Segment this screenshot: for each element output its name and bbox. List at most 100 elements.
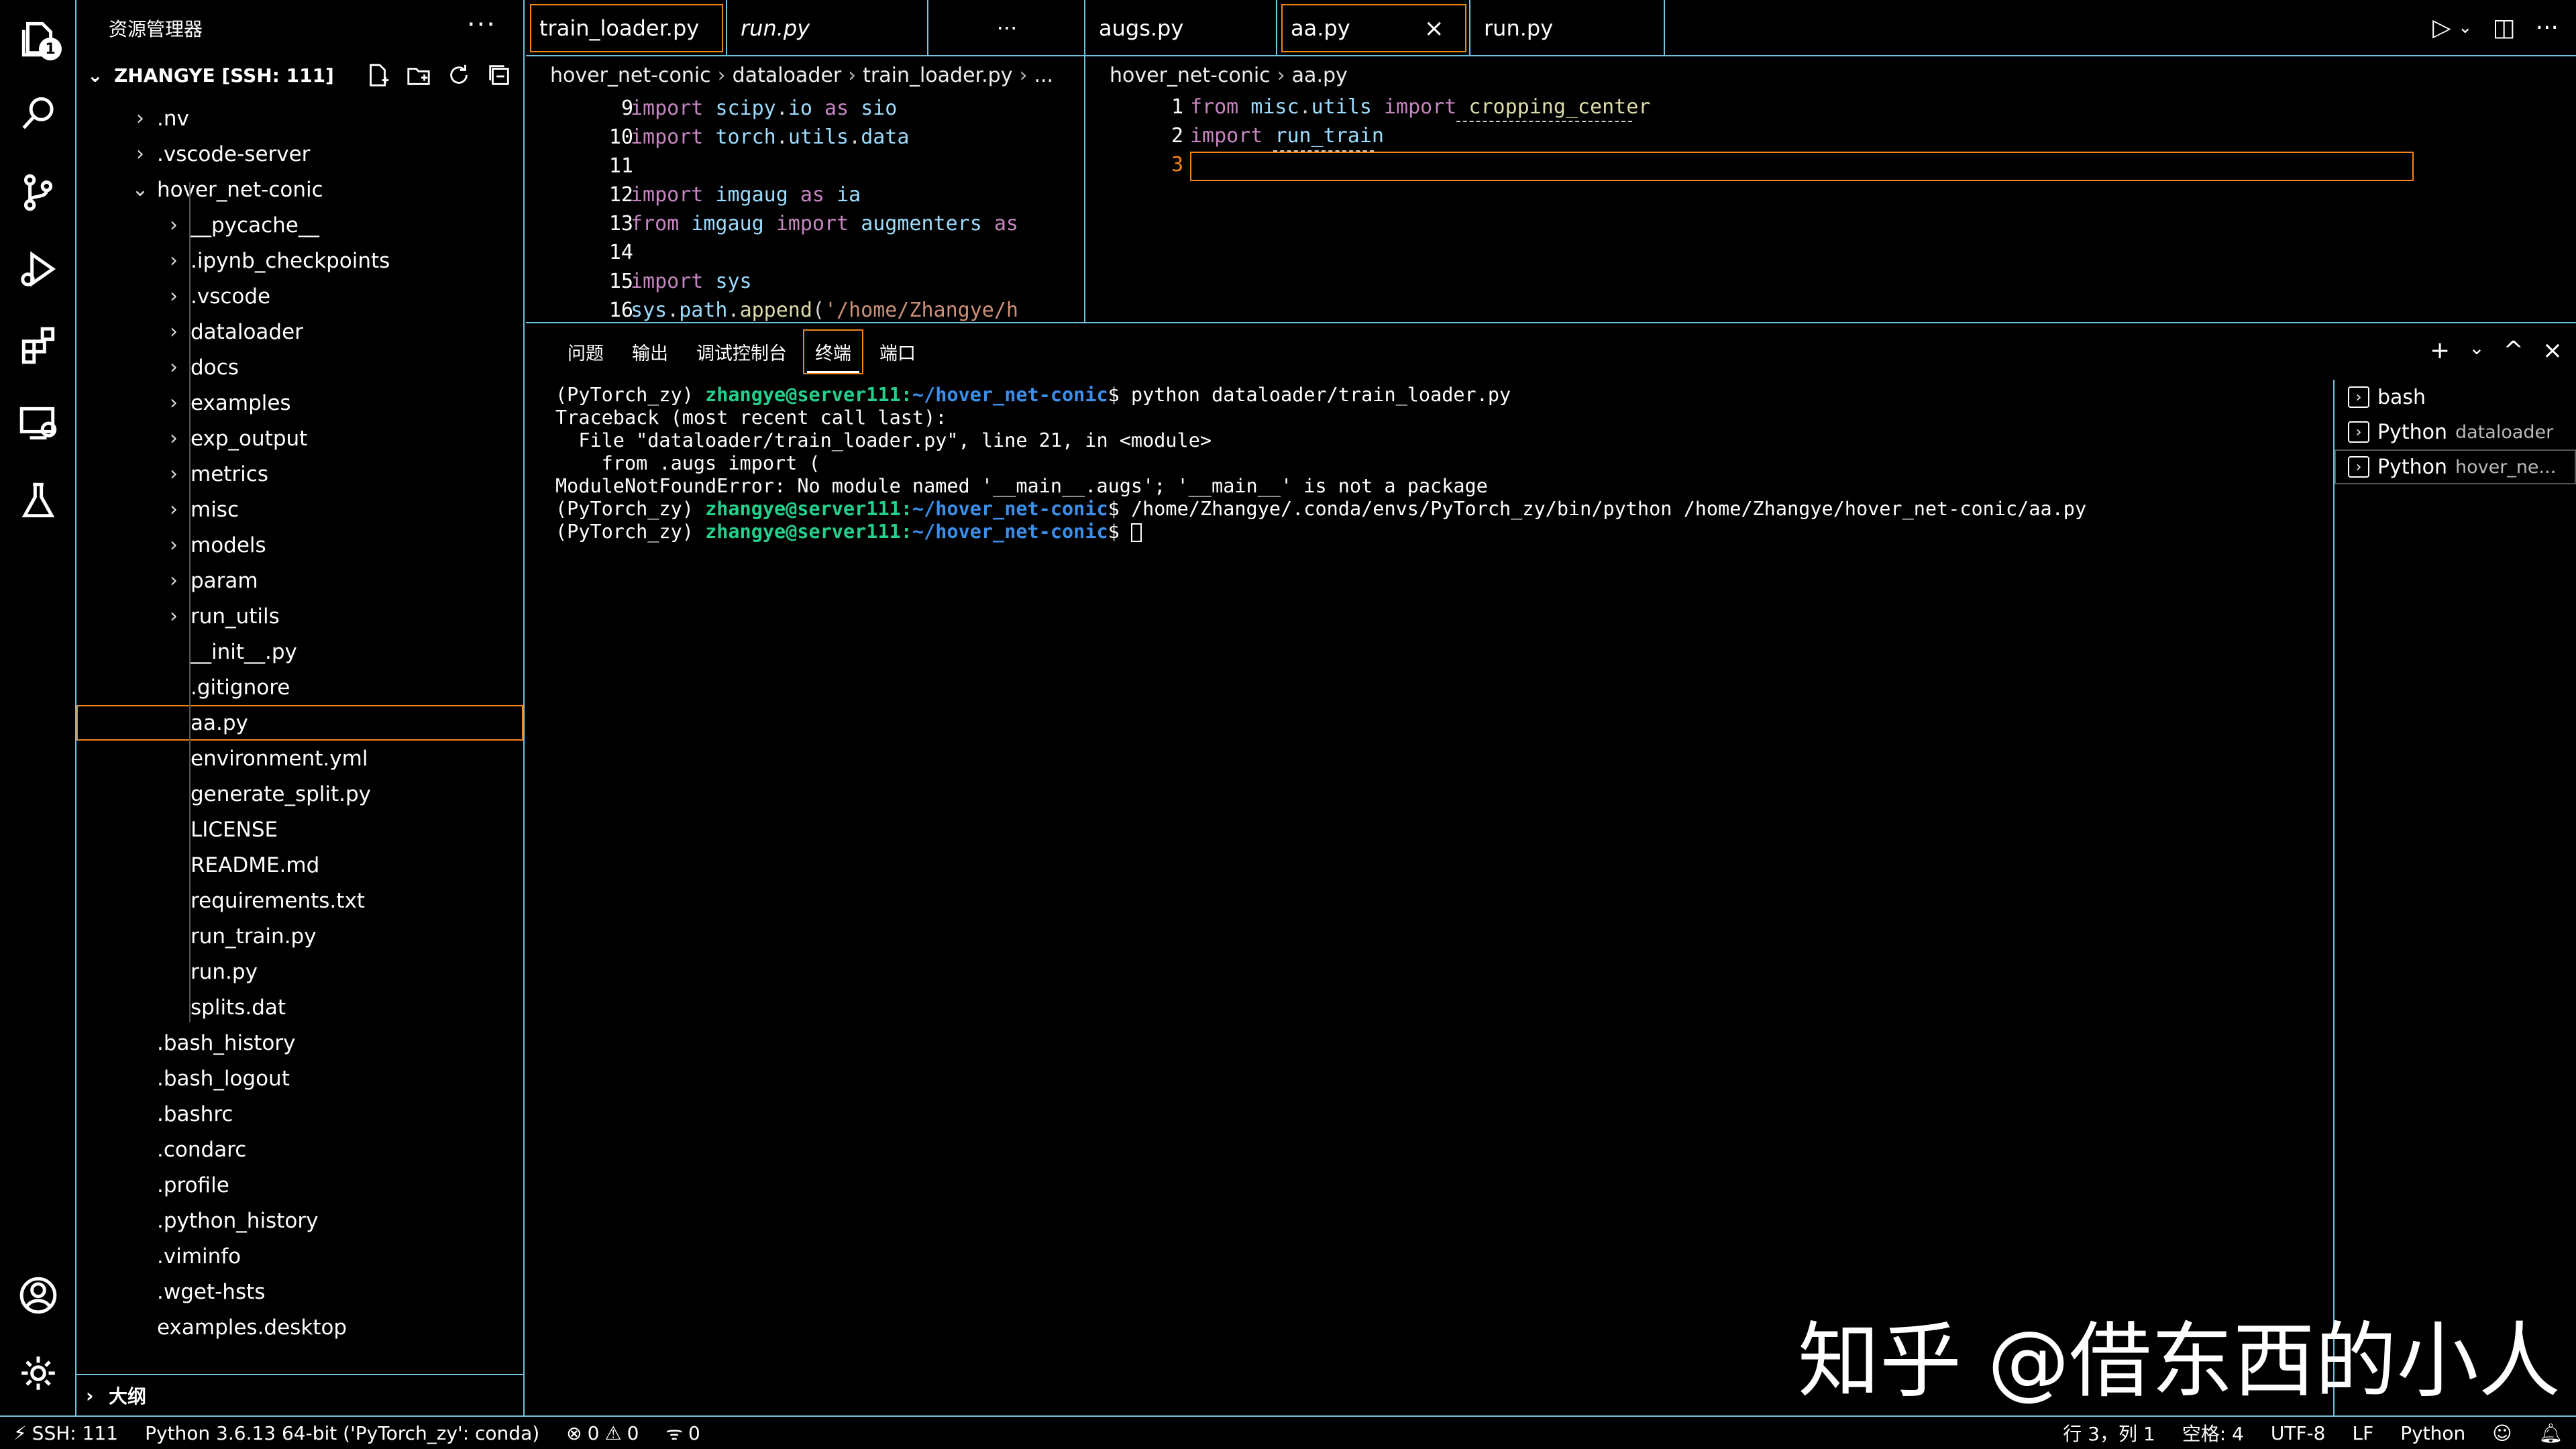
tree-folder[interactable]: › .nv xyxy=(76,101,523,136)
tree-file[interactable]: README.md xyxy=(76,847,523,883)
tree-folder[interactable]: › run_utils xyxy=(76,598,523,634)
cursor-position[interactable]: 行 3，列 1 xyxy=(2049,1419,2168,1446)
search-icon[interactable] xyxy=(15,90,62,137)
account-icon[interactable] xyxy=(15,1272,62,1319)
outline-section[interactable]: › 大纲 xyxy=(76,1374,523,1415)
settings-gear-icon[interactable] xyxy=(15,1350,62,1397)
tree-folder[interactable]: › models xyxy=(76,527,523,563)
explorer-icon[interactable]: 1 xyxy=(15,15,62,62)
tree-file[interactable]: run.py xyxy=(76,954,523,989)
remote-explorer-icon[interactable] xyxy=(15,400,62,447)
tree-file[interactable]: __init__.py xyxy=(76,634,523,669)
terminal-instance[interactable]: › Python dataloader xyxy=(2334,415,2576,449)
tab-problems[interactable]: 问题 xyxy=(555,329,616,374)
tree-folder[interactable]: › examples xyxy=(76,385,523,421)
breadcrumb-item[interactable]: hover_net-conic xyxy=(550,64,711,87)
tree-file[interactable]: .bash_logout xyxy=(76,1061,523,1096)
tree-folder[interactable]: › .vscode-server xyxy=(76,136,523,172)
tree-folder[interactable]: › docs xyxy=(76,350,523,385)
tree-file[interactable]: generate_split.py xyxy=(76,776,523,812)
run-file-icon[interactable]: ▷ xyxy=(2432,14,2451,42)
tree-file[interactable]: .wget-hsts xyxy=(76,1274,523,1309)
extensions-icon[interactable] xyxy=(15,322,62,369)
tab-aa[interactable]: aa.py × xyxy=(1277,0,1470,56)
terminal-instance[interactable]: › bash xyxy=(2334,380,2576,415)
breadcrumb-item[interactable]: ... xyxy=(1034,64,1053,87)
refresh-icon[interactable] xyxy=(445,62,472,89)
chevron-down-icon[interactable]: ⌄ xyxy=(2469,337,2484,364)
line-ending[interactable]: LF xyxy=(2339,1422,2387,1444)
tree-file[interactable]: .python_history xyxy=(76,1203,523,1238)
tree-folder[interactable]: › param xyxy=(76,563,523,598)
tab-train-loader[interactable]: train_loader.py xyxy=(526,0,727,56)
tree-file[interactable]: .profile xyxy=(76,1167,523,1203)
tree-item-label: .bash_logout xyxy=(157,1066,290,1091)
tree-folder[interactable]: ⌄ hover_net-conic xyxy=(76,172,523,207)
tab-terminal[interactable]: 终端 xyxy=(803,329,863,374)
tree-folder[interactable]: › misc xyxy=(76,492,523,527)
more-actions-icon[interactable]: ··· xyxy=(2536,14,2559,42)
split-editor-icon[interactable]: ◫ xyxy=(2493,14,2516,42)
remote-indicator[interactable]: ⚡ SSH: 111 xyxy=(0,1422,131,1444)
notifications-bell-icon[interactable]: 🔔︎ xyxy=(2525,1422,2576,1444)
tab-output[interactable]: 输出 xyxy=(620,329,680,374)
maximize-panel-icon[interactable]: ^ xyxy=(2504,337,2524,364)
tree-file[interactable]: .condarc xyxy=(76,1132,523,1167)
problems-indicator[interactable]: ⊗ 0 ⚠ 0 xyxy=(553,1422,652,1444)
tab-run[interactable]: run.py xyxy=(1470,0,1665,56)
tree-item-label: examples xyxy=(191,390,291,415)
tree-file[interactable]: .gitignore xyxy=(76,669,523,705)
tab-run-preview[interactable]: run.py xyxy=(727,0,928,56)
breadcrumb-item[interactable]: aa.py xyxy=(1292,64,1348,87)
tree-item-label: .viminfo xyxy=(157,1244,241,1269)
workspace-root[interactable]: ⌄ ZHANGYE [SSH: 111] xyxy=(76,56,523,94)
tree-file[interactable]: run_train.py xyxy=(76,918,523,954)
terminal-desc: hover_ne... xyxy=(2455,456,2557,478)
encoding[interactable]: UTF-8 xyxy=(2257,1422,2339,1444)
tree-folder[interactable]: › __pycache__ xyxy=(76,207,523,243)
terminal-instance[interactable]: › Python hover_ne... xyxy=(2334,449,2576,484)
collapse-all-icon[interactable] xyxy=(486,62,513,89)
tree-folder[interactable]: › .ipynb_checkpoints xyxy=(76,243,523,278)
ports-indicator[interactable]: ᯤ 0 xyxy=(652,1420,713,1446)
tree-file[interactable]: LICENSE xyxy=(76,812,523,847)
code-token: imgaug xyxy=(691,212,764,235)
file-tree: › .nv › .vscode-server ⌄ hover_net-conic › __py… xyxy=(76,101,523,1345)
tree-file[interactable]: .bashrc xyxy=(76,1096,523,1132)
source-control-icon[interactable] xyxy=(15,169,62,216)
new-file-icon[interactable] xyxy=(365,62,392,89)
tree-file[interactable]: examples.desktop xyxy=(76,1309,523,1345)
tab-augs[interactable]: augs.py xyxy=(1085,0,1277,56)
feedback-icon[interactable]: ☺ xyxy=(2479,1422,2525,1444)
tree-file[interactable]: requirements.txt xyxy=(76,883,523,918)
chevron-down-icon[interactable]: ⌄ xyxy=(2458,17,2473,38)
tree-folder[interactable]: › exp_output xyxy=(76,421,523,456)
editor-more-button[interactable]: ··· xyxy=(928,0,1084,56)
close-icon[interactable]: × xyxy=(1424,15,1444,42)
run-debug-icon[interactable] xyxy=(15,246,62,292)
breadcrumb-item[interactable]: dataloader xyxy=(733,64,841,87)
tree-item-label: .bashrc xyxy=(157,1102,233,1126)
tree-file[interactable]: aa.py xyxy=(76,705,523,741)
testing-icon[interactable] xyxy=(15,478,62,525)
new-folder-icon[interactable] xyxy=(405,62,432,89)
tree-file[interactable]: environment.yml xyxy=(76,741,523,776)
tab-debug-console[interactable]: 调试控制台 xyxy=(684,329,799,374)
close-panel-icon[interactable]: × xyxy=(2542,337,2563,364)
language-mode[interactable]: Python xyxy=(2387,1422,2479,1444)
new-terminal-icon[interactable]: + xyxy=(2430,337,2450,364)
breadcrumb-item[interactable]: hover_net-conic xyxy=(1110,64,1271,87)
breadcrumb-item[interactable]: train_loader.py xyxy=(863,64,1012,87)
tree-folder[interactable]: › .vscode xyxy=(76,278,523,314)
tab-ports[interactable]: 端口 xyxy=(867,329,928,374)
tree-file[interactable]: splits.dat xyxy=(76,989,523,1025)
tree-file[interactable]: .bash_history xyxy=(76,1025,523,1061)
tree-item-label: hover_net-conic xyxy=(157,177,323,202)
sidebar-more-button[interactable]: ··· xyxy=(467,9,496,40)
tree-folder[interactable]: › metrics xyxy=(76,456,523,492)
tree-file[interactable]: .viminfo xyxy=(76,1238,523,1274)
tree-folder[interactable]: › dataloader xyxy=(76,314,523,350)
python-interpreter[interactable]: Python 3.6.13 64-bit ('PyTorch_zy': cond… xyxy=(131,1422,553,1444)
indentation[interactable]: 空格: 4 xyxy=(2169,1419,2257,1446)
terminal-output[interactable]: (PyTorch_zy) zhangye@server111:~/hover_n… xyxy=(555,384,2300,543)
